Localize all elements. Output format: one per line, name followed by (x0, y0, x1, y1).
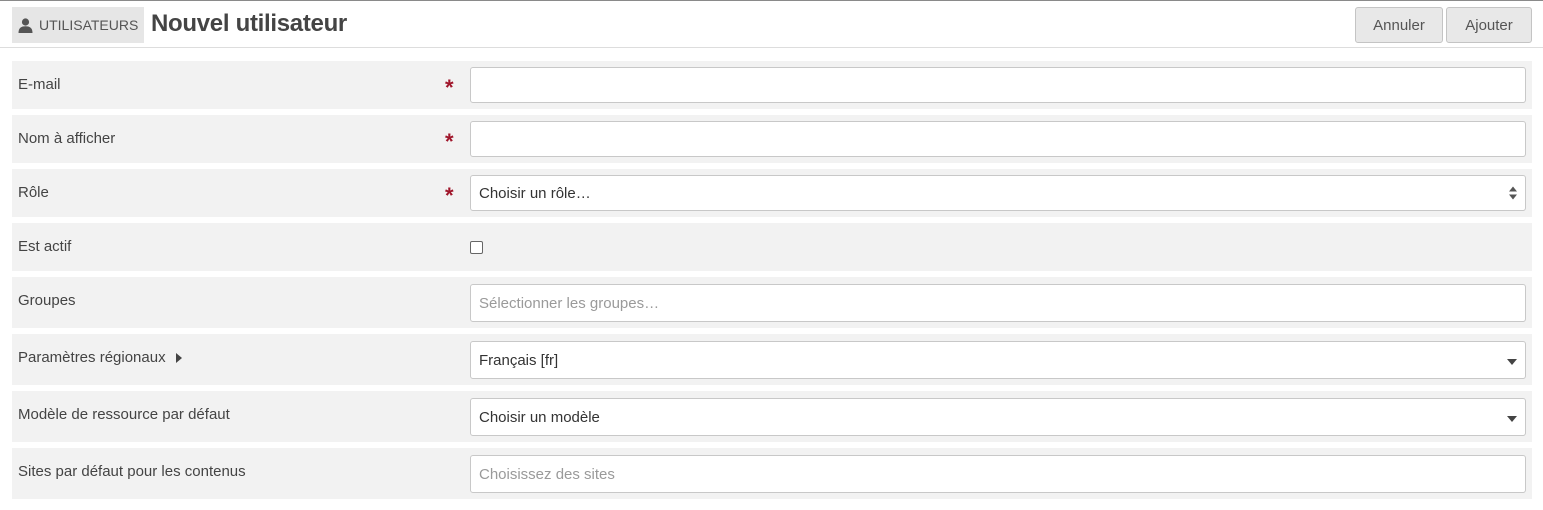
locale-selected-value: Français [fr] (479, 351, 559, 369)
role-required-marker: * (445, 183, 454, 208)
resource-template-row: Modèle de ressource par défaut Choisir u… (12, 391, 1532, 442)
default-sites-placeholder: Choisissez des sites (479, 465, 615, 483)
caret-right-icon (175, 352, 182, 363)
locale-select[interactable]: Français [fr] (470, 341, 1526, 379)
page-header: UTILISATEURS Nouvel utilisateur Annuler … (0, 1, 1543, 48)
resource-template-label: Modèle de ressource par défaut (18, 406, 230, 423)
is-active-checkbox[interactable] (470, 241, 483, 254)
breadcrumb-users[interactable]: UTILISATEURS (12, 7, 145, 43)
groups-row: Groupes Sélectionner les groupes… (12, 277, 1532, 328)
email-row: E-mail * (12, 61, 1532, 109)
locale-label-text: Paramètres régionaux (18, 349, 166, 366)
page-title: Nouvel utilisateur (151, 10, 347, 37)
locale-row: Paramètres régionaux Français [fr] (12, 334, 1532, 385)
default-sites-select[interactable]: Choisissez des sites (470, 455, 1526, 493)
role-row: Rôle * Choisir un rôle… (12, 169, 1532, 217)
add-button[interactable]: Ajouter (1446, 7, 1532, 43)
display-name-field[interactable] (470, 121, 1526, 157)
resource-template-select[interactable]: Choisir un modèle (470, 398, 1526, 436)
default-sites-label: Sites par défaut pour les contenus (18, 463, 246, 480)
groups-placeholder: Sélectionner les groupes… (479, 294, 660, 312)
display-name-required-marker: * (445, 129, 454, 154)
cancel-button[interactable]: Annuler (1355, 7, 1443, 43)
groups-label: Groupes (18, 292, 76, 309)
role-select[interactable]: Choisir un rôle… (470, 175, 1526, 211)
default-sites-row: Sites par défaut pour les contenus Chois… (12, 448, 1532, 499)
role-selected-value: Choisir un rôle… (479, 184, 591, 202)
is-active-label: Est actif (18, 238, 72, 255)
chevron-down-icon (1507, 352, 1517, 369)
display-name-row: Nom à afficher * (12, 115, 1532, 163)
breadcrumb-label: UTILISATEURS (39, 17, 139, 33)
user-icon (18, 17, 33, 33)
locale-label[interactable]: Paramètres régionaux (18, 349, 182, 366)
display-name-label: Nom à afficher (18, 130, 116, 147)
role-label: Rôle (18, 184, 49, 201)
email-label: E-mail (18, 76, 61, 93)
email-required-marker: * (445, 75, 454, 100)
groups-select[interactable]: Sélectionner les groupes… (470, 284, 1526, 322)
resource-template-selected-value: Choisir un modèle (479, 408, 600, 426)
chevron-down-icon (1507, 409, 1517, 426)
email-field[interactable] (470, 67, 1526, 103)
select-updown-icon (1509, 186, 1517, 200)
is-active-row: Est actif (12, 223, 1532, 271)
